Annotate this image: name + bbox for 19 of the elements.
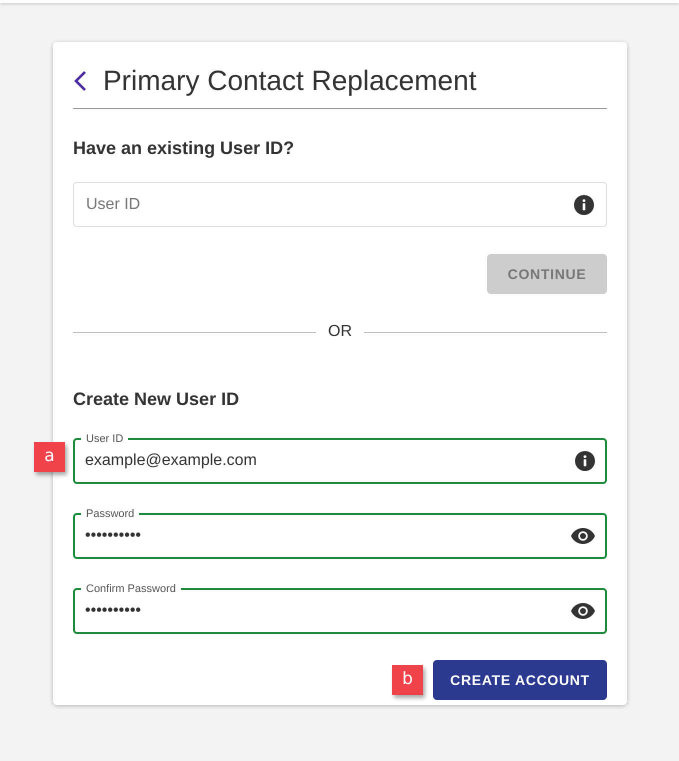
field-label: Password bbox=[85, 507, 136, 521]
callout-badge: a bbox=[34, 442, 65, 472]
field-label: Confirm Password bbox=[85, 582, 177, 596]
page-title: Primary Contact Replacement bbox=[103, 64, 476, 98]
section-heading: Create New User ID bbox=[73, 388, 240, 411]
field-label: User ID bbox=[85, 432, 124, 446]
text-field[interactable]: Confirm Password •••••••••• bbox=[73, 582, 607, 634]
text-field[interactable]: User ID example@example.com bbox=[73, 432, 607, 484]
text-field[interactable]: Password •••••••••• bbox=[73, 507, 607, 559]
create-account-button[interactable]: CREATE ACCOUNT bbox=[433, 660, 607, 700]
callout-badge: b bbox=[392, 665, 423, 695]
section-heading: Have an existing User ID? bbox=[73, 137, 296, 160]
info-icon bbox=[574, 194, 594, 214]
info-icon bbox=[575, 451, 595, 471]
user-id-field[interactable]: User ID bbox=[73, 182, 607, 227]
eye-icon[interactable] bbox=[571, 603, 595, 619]
eye-icon[interactable] bbox=[571, 528, 595, 544]
or-separator: OR bbox=[328, 322, 352, 342]
back-icon[interactable] bbox=[73, 70, 87, 92]
